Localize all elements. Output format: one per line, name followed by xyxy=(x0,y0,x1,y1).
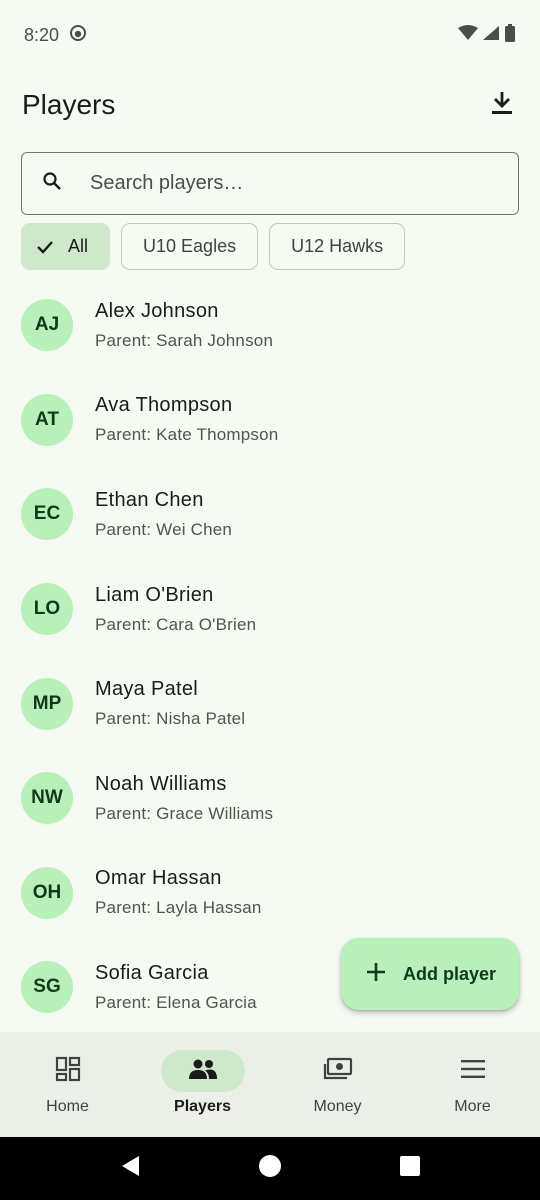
player-parent: Parent: Kate Thompson xyxy=(95,425,279,445)
nav-item-players[interactable]: Players xyxy=(135,1032,270,1137)
avatar: SG xyxy=(21,961,73,1014)
search-icon xyxy=(42,171,62,196)
recents-square-icon xyxy=(399,1155,421,1182)
avatar: AJ xyxy=(21,299,73,352)
player-list-item[interactable]: OH Omar Hassan Parent: Layla Hassan xyxy=(0,846,540,941)
menu-icon xyxy=(460,1059,486,1084)
payments-icon xyxy=(323,1057,353,1086)
player-list-item[interactable]: MP Maya Patel Parent: Nisha Patel xyxy=(0,656,540,751)
chip-label: U10 Eagles xyxy=(143,236,237,256)
avatar: EC xyxy=(21,488,73,541)
filter-chip-u10-eagles[interactable]: U10 Eagles xyxy=(121,223,259,270)
nav-label: Money xyxy=(313,1098,362,1115)
player-parent: Parent: Wei Chen xyxy=(95,519,233,539)
export-button[interactable] xyxy=(482,85,522,125)
avatar: OH xyxy=(21,866,73,919)
chip-label: All xyxy=(68,236,89,256)
system-navigation-bar xyxy=(0,1137,540,1200)
back-button[interactable] xyxy=(110,1149,150,1189)
recents-button[interactable] xyxy=(390,1149,430,1189)
filter-chip-all[interactable]: All xyxy=(21,223,111,270)
player-list: AJ Alex Johnson Parent: Sarah Johnson AT… xyxy=(0,278,540,1035)
signal-icon xyxy=(482,25,500,46)
search-input[interactable] xyxy=(90,172,490,195)
battery-icon xyxy=(504,23,516,47)
filter-chip-u12-hawks[interactable]: U12 Hawks xyxy=(269,223,406,270)
player-name: Noah Williams xyxy=(95,772,227,795)
avatar: LO xyxy=(21,583,73,636)
nav-label: More xyxy=(454,1098,491,1115)
player-list-item[interactable]: AJ Alex Johnson Parent: Sarah Johnson xyxy=(0,278,540,373)
player-name: Omar Hassan xyxy=(95,867,222,890)
player-list-item[interactable]: NW Noah Williams Parent: Grace Williams xyxy=(0,751,540,846)
avatar: MP xyxy=(21,677,73,730)
player-list-item[interactable]: AT Ava Thompson Parent: Kate Thompson xyxy=(0,373,540,468)
status-bar: 8:20 xyxy=(0,0,540,70)
player-parent: Parent: Cara O'Brien xyxy=(95,614,257,634)
plus-icon xyxy=(365,961,387,988)
nav-item-more[interactable]: More xyxy=(405,1032,540,1137)
chip-label: U12 Hawks xyxy=(291,236,384,256)
player-name: Sofia Garcia xyxy=(95,961,209,984)
nav-label: Players xyxy=(174,1098,231,1115)
player-list-item[interactable]: LO Liam O'Brien Parent: Cara O'Brien xyxy=(0,562,540,657)
wifi-icon xyxy=(458,24,478,46)
player-parent: Parent: Elena Garcia xyxy=(95,992,257,1012)
avatar: NW xyxy=(21,772,73,825)
player-parent: Parent: Nisha Patel xyxy=(95,709,246,729)
player-name: Maya Patel xyxy=(95,678,199,701)
nav-item-home[interactable]: Home xyxy=(0,1032,135,1137)
player-name: Ava Thompson xyxy=(95,394,233,417)
search-field[interactable] xyxy=(21,152,519,215)
avatar: AT xyxy=(21,393,73,446)
players-screen: 8:20 Players Search players… All U10 Eag… xyxy=(0,0,540,1200)
add-player-button[interactable]: Add player xyxy=(341,938,519,1010)
home-button[interactable] xyxy=(250,1149,290,1189)
download-icon xyxy=(490,90,514,121)
team-filter-chips: All U10 Eagles U12 Hawks xyxy=(21,223,406,270)
player-parent: Parent: Sarah Johnson xyxy=(95,330,274,350)
player-parent: Parent: Grace Williams xyxy=(95,803,274,823)
status-time: 8:20 xyxy=(24,24,60,45)
nav-label: Home xyxy=(46,1098,89,1115)
notification-icon xyxy=(69,24,87,47)
add-player-label: Add player xyxy=(403,963,497,984)
page-title: Players xyxy=(22,89,116,120)
people-icon xyxy=(188,1058,218,1085)
bottom-navigation: Home Players Money More xyxy=(0,1032,540,1137)
nav-item-money[interactable]: Money xyxy=(270,1032,405,1137)
back-triangle-icon xyxy=(119,1154,141,1183)
player-name: Ethan Chen xyxy=(95,488,204,511)
player-name: Alex Johnson xyxy=(95,299,219,322)
check-icon xyxy=(36,240,54,254)
dashboard-icon xyxy=(55,1056,81,1087)
top-app-bar: Players xyxy=(0,70,540,140)
player-list-item[interactable]: EC Ethan Chen Parent: Wei Chen xyxy=(0,467,540,562)
home-circle-icon xyxy=(258,1154,282,1183)
player-name: Liam O'Brien xyxy=(95,583,214,606)
player-parent: Parent: Layla Hassan xyxy=(95,898,262,918)
